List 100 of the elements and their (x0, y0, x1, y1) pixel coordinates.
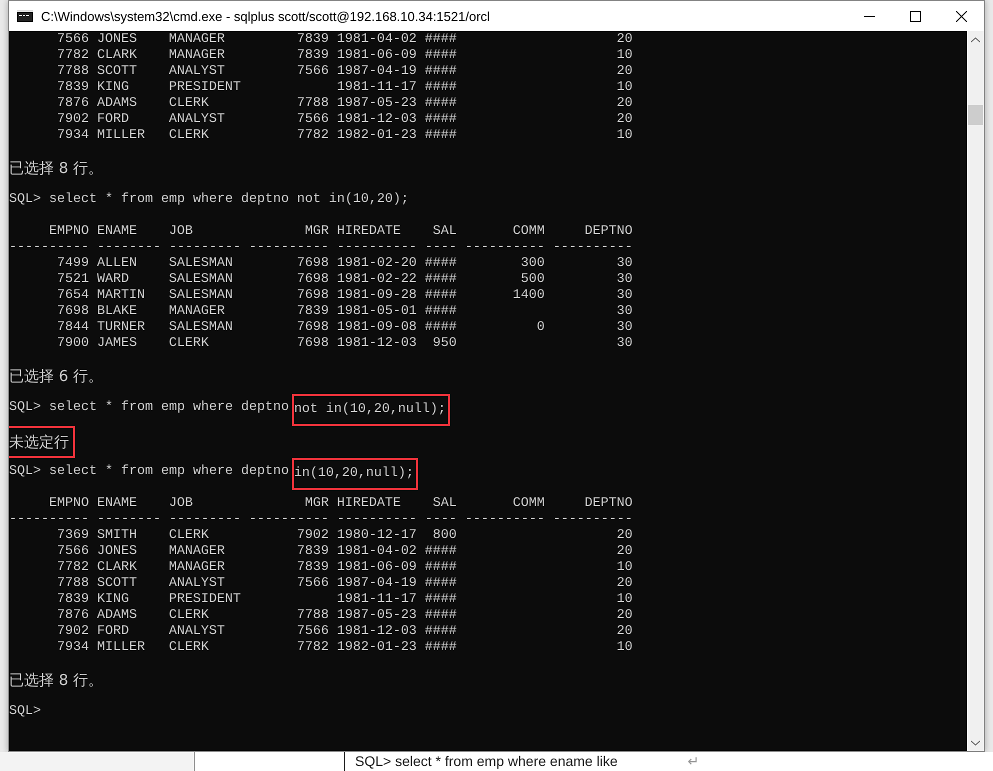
table-cell-text: 10 (616, 128, 633, 144)
scroll-up-icon[interactable] (971, 37, 980, 43)
table-cell-text: BLAKE (96, 304, 138, 320)
close-icon (956, 10, 966, 22)
table-cell-text: JAMES (96, 336, 138, 352)
table-cell: 1987-05-23 (336, 608, 417, 624)
table-cell-text: 7782 (56, 560, 89, 576)
table-cell: #### (424, 560, 457, 576)
table-cell: #### (424, 640, 457, 656)
table-cell-text: 7839 (296, 544, 329, 560)
table-cell-text: MANAGER (168, 32, 226, 48)
table-cell: #### (424, 304, 457, 320)
table-cell-text: ADAMS (96, 96, 138, 112)
table-cell-text: 7839 (296, 48, 329, 64)
table-cell-text: 7566 (296, 624, 329, 640)
table-cell-text: 7782 (296, 128, 329, 144)
column-header: HIREDATE (336, 224, 402, 240)
table-cell-text: 7839 (56, 80, 89, 96)
column-header: EMPNO (48, 224, 89, 240)
header-rule: ---------- (552, 512, 633, 528)
table-cell-text: FORD (96, 624, 130, 640)
table-cell-text: 30 (616, 256, 633, 272)
table-cell-text: 7698 (296, 256, 329, 272)
table-cell: #### (424, 128, 457, 144)
table-cell-text: 7521 (56, 272, 89, 288)
table-cell-text: 7839 (296, 560, 329, 576)
table-cell-text: 20 (616, 528, 633, 544)
header-rule: -------- (96, 240, 161, 256)
table-cell: 1981-04-02 (336, 32, 417, 48)
table-cell: 1981-06-09 (336, 560, 417, 576)
table-cell-text: 10 (616, 48, 633, 64)
scrollbar-thumb[interactable] (968, 105, 983, 125)
table-cell: 1981-12-03 (336, 336, 417, 352)
command-line: SQL> select * from emp where deptno (9, 400, 289, 416)
header-rule: ---------- (9, 240, 89, 256)
table-cell: 1982-01-23 (336, 640, 417, 656)
column-header: SAL (432, 224, 457, 240)
result-message: 已选择 6 行。 (9, 368, 104, 384)
table-cell-text: KING (96, 80, 130, 96)
table-cell-text: MANAGER (168, 304, 226, 320)
table-cell-text: 7788 (56, 576, 89, 592)
table-cell: #### (424, 32, 457, 48)
table-cell-text: 20 (616, 96, 633, 112)
header-rule: ---------- (9, 512, 89, 528)
table-cell: 1981-11-17 (336, 80, 417, 96)
table-cell-text: CLERK (168, 96, 210, 112)
table-cell-text: 7900 (56, 336, 89, 352)
table-cell-text: ALLEN (96, 256, 138, 272)
header-rule: ---------- (248, 240, 329, 256)
table-cell: 1981-09-28 (336, 288, 417, 304)
scrollbar[interactable] (967, 31, 984, 751)
table-cell-text: 500 (520, 272, 545, 288)
column-header: EMPNO (48, 496, 89, 512)
table-cell-text: 7566 (56, 32, 89, 48)
scroll-down-icon[interactable] (971, 740, 980, 746)
table-cell: 1981-12-03 (336, 112, 417, 128)
table-cell-text: 20 (616, 608, 633, 624)
table-cell-text: 7782 (296, 640, 329, 656)
table-cell-text: 300 (520, 256, 545, 272)
table-cell-text: KING (96, 592, 130, 608)
table-cell: #### (424, 320, 457, 336)
column-header: HIREDATE (336, 496, 402, 512)
table-cell-text: 950 (432, 336, 457, 352)
table-cell-text: 20 (616, 544, 633, 560)
table-cell: #### (424, 48, 457, 64)
table-cell: #### (424, 608, 457, 624)
table-cell-text: 7902 (56, 112, 89, 128)
table-cell-text: 30 (616, 320, 633, 336)
table-cell-text: 20 (616, 64, 633, 80)
table-cell-text: ANALYST (168, 64, 226, 80)
column-header: COMM (512, 496, 545, 512)
column-header: COMM (512, 224, 545, 240)
column-header: DEPTNO (584, 496, 633, 512)
header-rule: --------- (168, 240, 241, 256)
table-cell-text: 7839 (296, 32, 329, 48)
return-mark: ↵ (688, 752, 700, 771)
table-cell-text: 20 (616, 576, 633, 592)
table-cell-text: 30 (616, 336, 633, 352)
table-cell: 1987-04-19 (336, 576, 417, 592)
table-cell: 1981-06-09 (336, 48, 417, 64)
table-cell-text: ANALYST (168, 112, 226, 128)
column-header: ENAME (96, 496, 138, 512)
table-cell-text: CLERK (168, 640, 210, 656)
table-cell-text: 7844 (56, 320, 89, 336)
table-cell-text: SALESMAN (168, 272, 234, 288)
result-message: 已选择 8 行。 (9, 672, 104, 688)
header-rule: ---- (424, 240, 457, 256)
maximize-icon (910, 10, 920, 22)
table-cell: #### (424, 288, 457, 304)
table-cell-text: 800 (432, 528, 457, 544)
table-cell: 1987-05-23 (336, 96, 417, 112)
window-title: C:\Windows\system32\cmd.exe - sqlplus scott/scott@192.168.10.34:1521/orcl (41, 8, 491, 24)
background-text: SQL> select * from emp where ename like (355, 752, 618, 771)
highlighted-command: not in(10,20,null); (292, 394, 450, 426)
table-cell-text: MANAGER (168, 544, 226, 560)
result-message: 已选择 8 行。 (9, 160, 104, 176)
table-cell: 1987-04-19 (336, 64, 417, 80)
column-header: JOB (168, 224, 194, 240)
table-cell-text: 7566 (296, 112, 329, 128)
table-cell-text: 1400 (512, 288, 545, 304)
